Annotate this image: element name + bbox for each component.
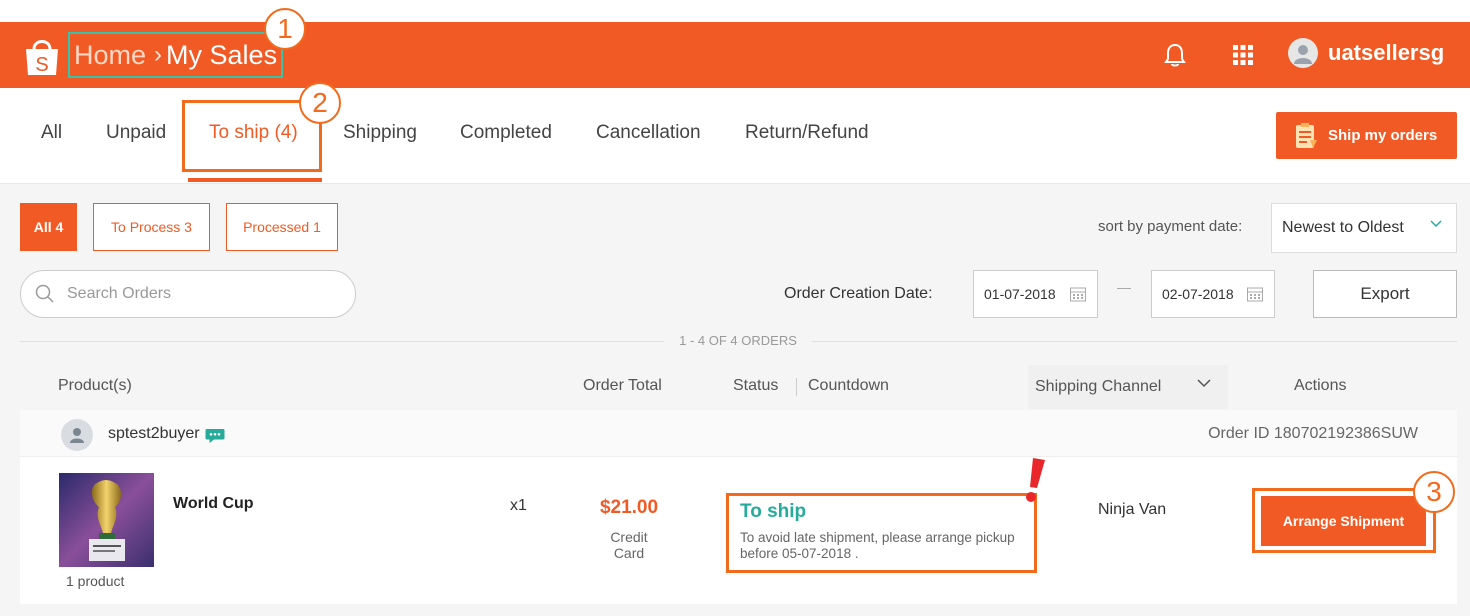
order-id: Order ID 180702192386SUW — [1208, 425, 1418, 442]
calendar-icon — [1247, 287, 1263, 302]
user-avatar-icon — [1288, 38, 1318, 68]
status-note-line1: To avoid late shipment, please arrange p… — [740, 530, 1015, 545]
date-from-value: 01-07-2018 — [984, 286, 1056, 302]
tab-completed[interactable]: Completed — [460, 122, 552, 144]
column-header-actions: Actions — [1294, 377, 1347, 394]
sort-label: sort by payment date: — [1098, 218, 1243, 235]
shopee-bag-icon[interactable]: S — [22, 35, 62, 77]
product-quantity: x1 — [510, 497, 527, 514]
callout-3: 3 — [1413, 471, 1455, 513]
user-menu[interactable]: uatsellersg — [1288, 38, 1444, 68]
sort-selected-value: Newest to Oldest — [1282, 219, 1404, 236]
payment-method: Credit Card — [610, 529, 648, 561]
chevron-down-icon — [1197, 379, 1211, 388]
date-from-field[interactable]: 01-07-2018 — [973, 270, 1098, 318]
shipping-channel-label: Shipping Channel — [1035, 378, 1162, 395]
buyer-avatar-icon — [61, 419, 93, 451]
column-header-status: Status — [733, 377, 779, 394]
search-icon — [35, 284, 54, 303]
status-note-line2: before 05-07-2018 . — [740, 546, 859, 561]
tab-unpaid[interactable]: Unpaid — [106, 122, 166, 144]
export-button[interactable]: Export — [1313, 270, 1457, 318]
breadcrumb: Home › My Sales — [68, 32, 283, 78]
date-to-field[interactable]: 02-07-2018 — [1151, 270, 1275, 318]
arrange-shipment-button[interactable]: Arrange Shipment — [1261, 496, 1426, 546]
ship-my-orders-label: Ship my orders — [1328, 127, 1438, 144]
shipping-carrier: Ninja Van — [1098, 501, 1167, 518]
column-separator — [796, 378, 797, 396]
breadcrumb-home-link[interactable]: Home — [74, 40, 146, 71]
order-tabs: All Unpaid To ship (4) Shipping Complete… — [0, 88, 1470, 184]
callout-2: 2 — [299, 82, 341, 124]
tab-all[interactable]: All — [41, 122, 62, 144]
username: uatsellersg — [1328, 40, 1445, 65]
column-header-countdown: Countdown — [808, 377, 889, 394]
filter-to-process[interactable]: To Process 3 — [93, 203, 210, 251]
apps-grid-icon[interactable] — [1230, 42, 1256, 68]
filter-all[interactable]: All 4 — [20, 203, 77, 251]
product-count: 1 product — [66, 573, 125, 589]
order-card-header: sptest2buyer Order ID 180702192386SUW — [20, 410, 1457, 457]
status-highlight-box: To ship To avoid late shipment, please a… — [726, 493, 1037, 573]
breadcrumb-current: My Sales — [166, 39, 278, 70]
order-card: sptest2buyer Order ID 180702192386SUW Wo… — [20, 410, 1457, 604]
filter-processed[interactable]: Processed 1 — [226, 203, 338, 251]
column-header-order-total: Order Total — [583, 377, 662, 394]
active-tab-underline — [188, 178, 322, 182]
product-name[interactable]: World Cup — [173, 495, 254, 513]
tab-return-refund[interactable]: Return/Refund — [745, 122, 869, 144]
top-whitespace — [0, 0, 1470, 22]
tab-shipping[interactable]: Shipping — [343, 122, 417, 144]
chat-icon[interactable] — [205, 427, 225, 444]
status-note: To avoid late shipment, please arrange p… — [740, 530, 1034, 562]
search-box[interactable] — [20, 270, 356, 318]
order-status: To ship — [740, 501, 807, 522]
top-header: S Home › My Sales uatsellersg — [0, 22, 1470, 88]
order-creation-date-label: Order Creation Date: — [784, 285, 933, 302]
date-range-dash — [1117, 288, 1131, 289]
ship-my-orders-button[interactable]: Ship my orders — [1276, 112, 1457, 159]
calendar-icon — [1070, 287, 1086, 302]
column-header-products: Product(s) — [58, 377, 132, 394]
search-input[interactable] — [67, 285, 327, 303]
bell-icon[interactable] — [1162, 42, 1188, 68]
exclamation-icon — [1026, 458, 1045, 502]
sort-select[interactable]: Newest to Oldest — [1271, 203, 1457, 253]
buyer-name[interactable]: sptest2buyer — [108, 425, 200, 443]
product-image[interactable] — [59, 473, 154, 567]
callout-1: 1 — [264, 8, 306, 50]
breadcrumb-separator: › — [154, 41, 163, 68]
divider — [812, 341, 1457, 342]
chevron-down-icon — [1430, 220, 1442, 228]
date-to-value: 02-07-2018 — [1162, 286, 1234, 302]
order-count: 1 - 4 OF 4 ORDERS — [664, 333, 812, 348]
svg-text:S: S — [35, 54, 48, 76]
tab-cancellation[interactable]: Cancellation — [596, 122, 701, 144]
clipboard-icon — [1296, 122, 1317, 148]
shipping-channel-dropdown[interactable]: Shipping Channel — [1028, 365, 1228, 409]
divider — [20, 341, 664, 342]
order-total-price: $21.00 — [599, 497, 659, 518]
